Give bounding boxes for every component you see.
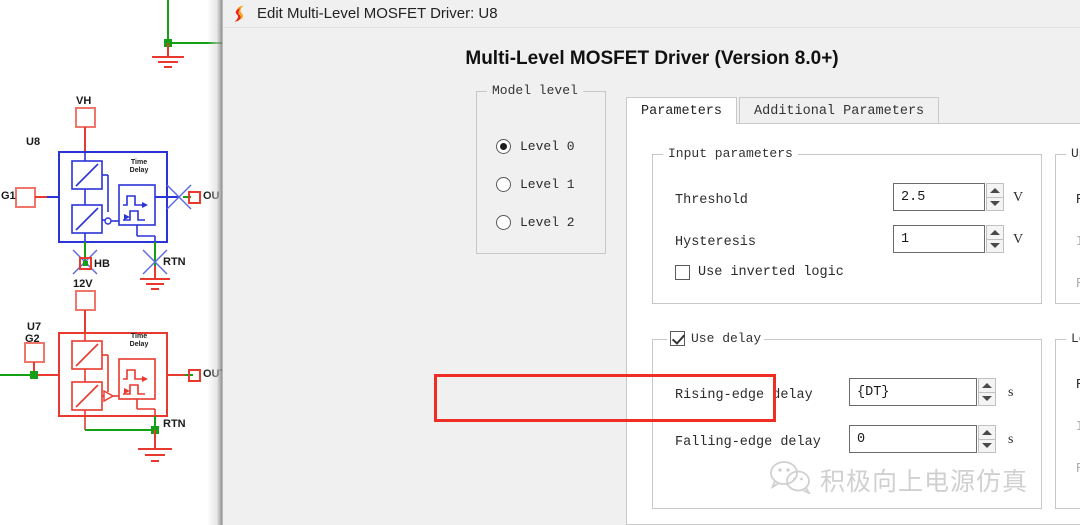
sch-label-out-u8: OU: [203, 190, 220, 202]
falling-edge-delay-spin-buttons[interactable]: [978, 425, 996, 453]
radio-level-2-label: Level 2: [520, 215, 575, 230]
sch-block-delay-u7: Delay: [129, 341, 149, 348]
upper-ron1-label: RON1: [1076, 193, 1080, 208]
sch-label-u8: U8: [26, 136, 41, 148]
screen: VH U8 G1 OU HB RTN Time Delay 12V U7 G2 …: [0, 0, 1080, 525]
sch-label-hb: HB: [94, 258, 110, 270]
falling-edge-delay-spin-up-button[interactable]: [978, 425, 996, 440]
threshold-label: Threshold: [675, 193, 748, 208]
radio-level-0[interactable]: Level 0: [496, 139, 575, 154]
falling-edge-delay-input[interactable]: 0: [849, 425, 977, 453]
sch-block-time-u7: Time: [130, 333, 148, 340]
sch-block-time-u8: Time: [130, 159, 148, 166]
threshold-spin-up-button[interactable]: [986, 183, 1004, 198]
rising-edge-delay-spin-down-button[interactable]: [978, 392, 996, 406]
ltspice-logo-icon: [231, 4, 249, 24]
upper-switch-group-title: Upper switch: [1066, 146, 1080, 161]
schematic-drawing: [0, 0, 225, 462]
use-delay-group-title-wrap[interactable]: Use delay: [667, 331, 765, 346]
lower-switch-group: Lower switch RON1 10m Ω I3 3: [1055, 331, 1080, 509]
falling-edge-delay-spinner[interactable]: 0: [849, 425, 996, 453]
threshold-input[interactable]: 2.5: [893, 183, 985, 211]
radio-level-1-label: Level 1: [520, 177, 575, 192]
sch-label-rtn-u8: RTN: [163, 256, 186, 268]
falling-edge-delay-spin-down-button[interactable]: [978, 439, 996, 453]
use-inverted-logic-checkbox[interactable]: [675, 265, 690, 280]
use-delay-label: Use delay: [691, 331, 762, 346]
use-delay-checkbox[interactable]: [670, 331, 685, 346]
edit-component-dialog: Edit Multi-Level MOSFET Driver: U8 Multi…: [222, 0, 1080, 525]
upper-r3-label: R3: [1076, 277, 1080, 292]
rising-edge-delay-spinner[interactable]: {DT}: [849, 378, 996, 406]
sch-label-rtn-u7: RTN: [163, 418, 186, 430]
radio-level-2-indicator[interactable]: [496, 215, 511, 230]
hysteresis-spin-down-button[interactable]: [986, 239, 1004, 253]
upper-switch-group: Upper switch RON1 10m Ω I3 2: [1055, 146, 1080, 304]
input-parameters-group-title: Input parameters: [663, 146, 798, 161]
hysteresis-spinner[interactable]: 1: [893, 225, 1004, 253]
hysteresis-spin-buttons[interactable]: [986, 225, 1004, 253]
radio-level-2[interactable]: Level 2: [496, 215, 575, 230]
lower-ron1-label: RON1: [1076, 378, 1080, 393]
radio-level-0-label: Level 0: [520, 139, 575, 154]
threshold-unit: V: [1013, 190, 1024, 205]
hysteresis-unit: V: [1013, 232, 1024, 247]
falling-edge-delay-label: Falling-edge delay: [675, 435, 821, 450]
model-level-group: Model level Level 0 Level 1 Level 2: [476, 83, 606, 254]
sch-label-vh: VH: [76, 95, 92, 107]
use-inverted-logic-label: Use inverted logic: [698, 265, 844, 280]
rising-edge-delay-label: Rising-edge delay: [675, 388, 813, 403]
sch-label-g1: G1: [1, 190, 16, 202]
lower-switch-group-title: Lower switch: [1066, 331, 1080, 346]
use-delay-group: Use delay Rising-edge delay {DT} s Falli…: [652, 331, 1042, 509]
radio-level-1-indicator[interactable]: [496, 177, 511, 192]
tab-parameters[interactable]: Parameters: [626, 97, 738, 124]
radio-level-1[interactable]: Level 1: [496, 177, 575, 192]
threshold-spin-down-button[interactable]: [986, 197, 1004, 211]
rising-edge-delay-spin-up-button[interactable]: [978, 378, 996, 393]
hysteresis-input[interactable]: 1: [893, 225, 985, 253]
sch-block-delay-u8: Delay: [129, 167, 149, 174]
dialog-titlebar: Edit Multi-Level MOSFET Driver: U8: [223, 0, 1080, 28]
hysteresis-spin-up-button[interactable]: [986, 225, 1004, 240]
rising-edge-delay-input[interactable]: {DT}: [849, 378, 977, 406]
use-inverted-logic-checkbox-row[interactable]: Use inverted logic: [675, 265, 844, 280]
dialog-title: Edit Multi-Level MOSFET Driver: U8: [257, 5, 498, 22]
tab-panel-parameters: Input parameters Threshold 2.5 V Hystere…: [626, 123, 1080, 525]
sch-label-g2: G2: [25, 333, 40, 345]
tab-strip: Parameters Additional Parameters: [626, 97, 1080, 124]
rising-edge-delay-spin-buttons[interactable]: [978, 378, 996, 406]
dialog-heading: Multi-Level MOSFET Driver (Version 8.0+): [465, 48, 839, 69]
lower-r3-label: R3: [1076, 462, 1080, 477]
sch-label-u7: U7: [27, 321, 42, 333]
hysteresis-label: Hysteresis: [675, 235, 757, 250]
threshold-spin-buttons[interactable]: [986, 183, 1004, 211]
rising-edge-delay-unit: s: [1008, 385, 1014, 400]
input-parameters-group: Input parameters Threshold 2.5 V Hystere…: [652, 146, 1042, 304]
upper-i3-label: I3: [1076, 235, 1080, 250]
radio-level-0-indicator[interactable]: [496, 139, 511, 154]
model-level-group-title: Model level: [487, 83, 583, 98]
tab-additional-parameters[interactable]: Additional Parameters: [739, 97, 940, 124]
threshold-spinner[interactable]: 2.5: [893, 183, 1004, 211]
falling-edge-delay-unit: s: [1008, 432, 1014, 447]
lower-i3-label: I3: [1076, 420, 1080, 435]
schematic-canvas[interactable]: VH U8 G1 OU HB RTN Time Delay 12V U7 G2 …: [0, 0, 225, 525]
sch-label-12v-net: 12V: [73, 278, 93, 290]
